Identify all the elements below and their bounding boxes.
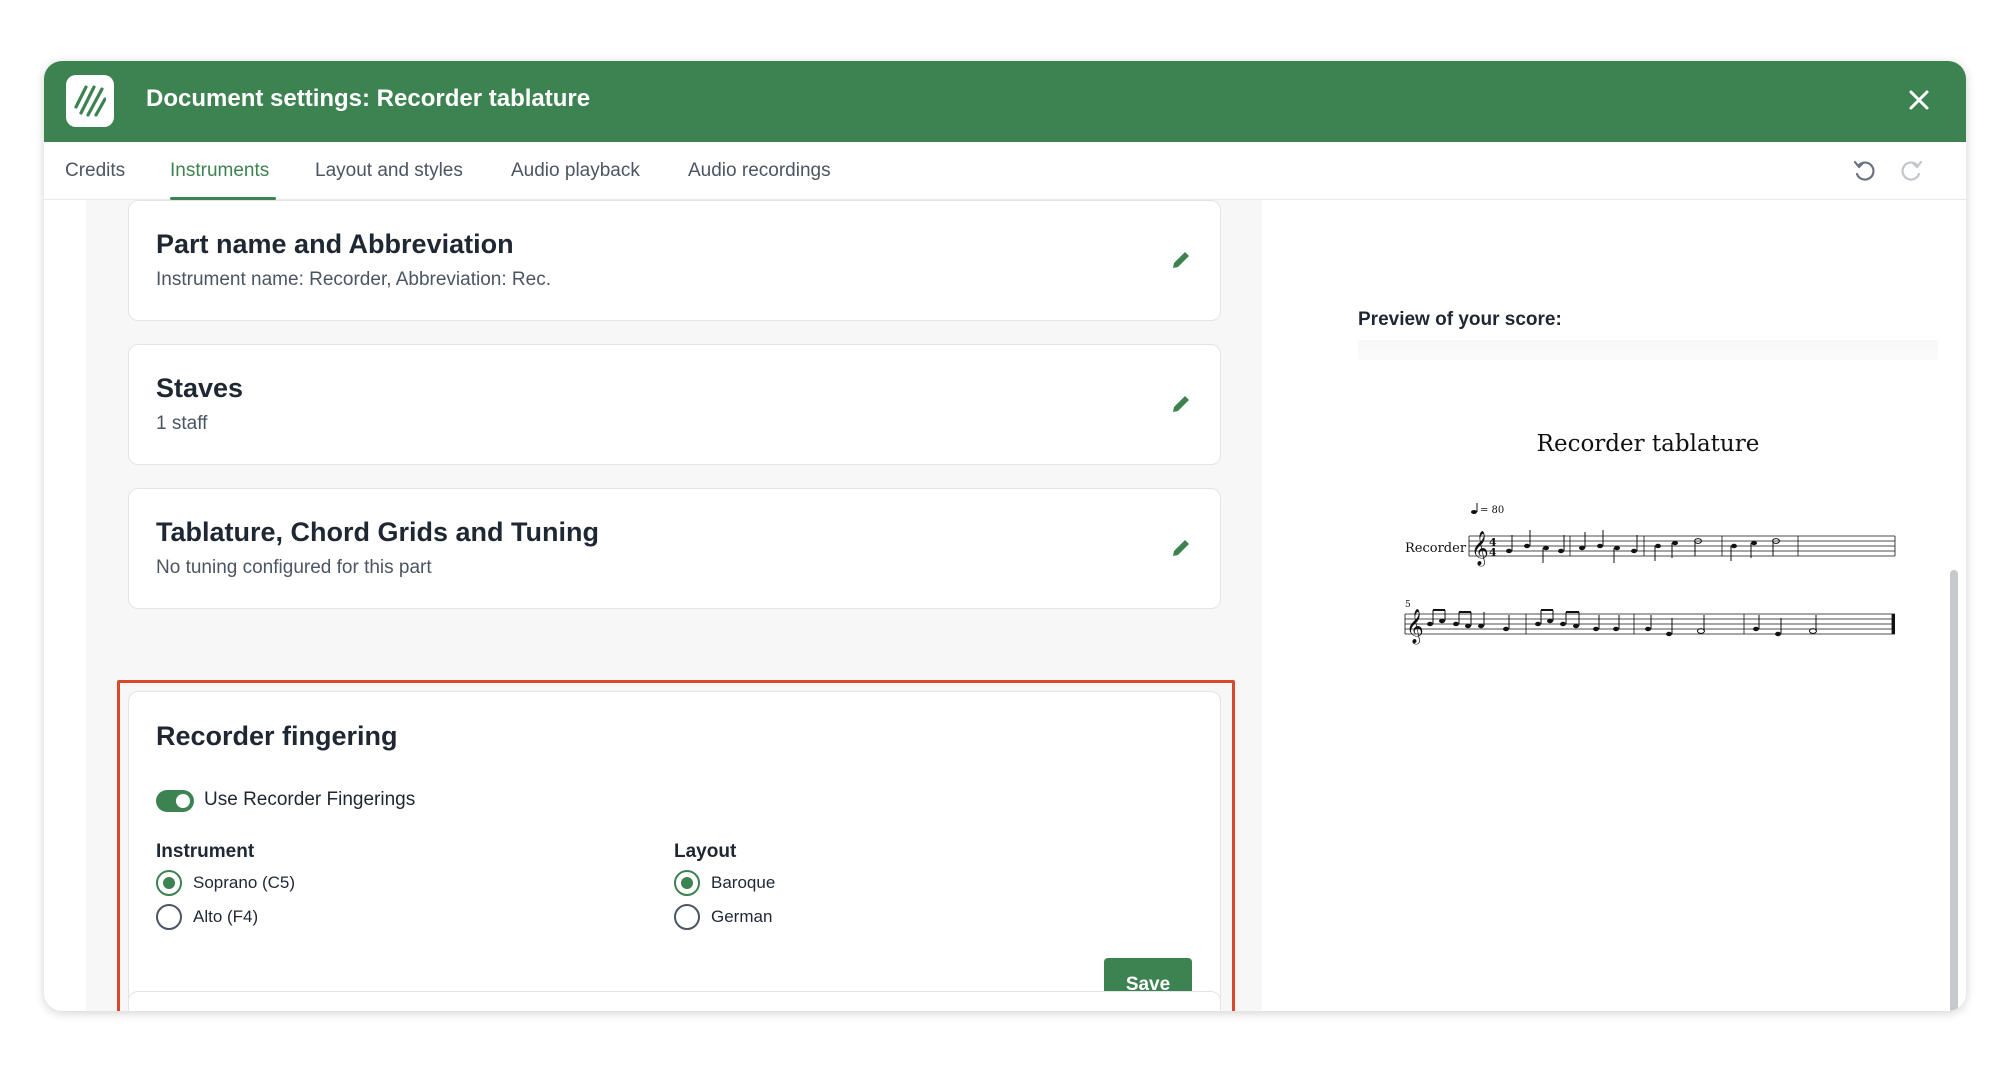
pencil-icon[interactable] bbox=[1170, 249, 1192, 271]
tab-layout-and-styles[interactable]: Layout and styles bbox=[315, 160, 463, 182]
svg-text:4: 4 bbox=[1489, 546, 1497, 559]
svg-text:𝄞: 𝄞 bbox=[1471, 531, 1489, 567]
pencil-icon[interactable] bbox=[1170, 393, 1192, 415]
score-notation: = 80 Recorder 𝄞 4 4 5 𝄞 bbox=[1404, 503, 1896, 645]
redo-icon[interactable] bbox=[1896, 156, 1926, 186]
card-title: Tablature, Chord Grids and Tuning bbox=[156, 517, 599, 547]
tab-audio-playback[interactable]: Audio playback bbox=[511, 160, 640, 182]
card-title: Staves bbox=[156, 373, 244, 403]
tab-audio-recordings[interactable]: Audio recordings bbox=[688, 160, 831, 182]
staff-instrument-label: Recorder bbox=[1405, 541, 1467, 556]
tab-credits[interactable]: Credits bbox=[65, 160, 125, 182]
close-icon[interactable] bbox=[1902, 83, 1936, 117]
preview-label: Preview of your score: bbox=[1358, 309, 1562, 330]
logo-icon bbox=[66, 75, 114, 127]
score-preview: Recorder tablature = 80 Recorder 𝄞 4 4 5… bbox=[1358, 360, 1938, 1011]
score-preview-pane: Preview of your score: Recorder tablatur… bbox=[1262, 200, 1966, 1011]
preview-scrollbar[interactable] bbox=[1950, 570, 1958, 1011]
card-part-name: Part name and Abbreviation Instrument na… bbox=[128, 200, 1221, 321]
title-bar: Document settings: Recorder tablature bbox=[44, 61, 1966, 142]
undo-icon[interactable] bbox=[1850, 156, 1880, 186]
highlight-box bbox=[117, 680, 1235, 1011]
card-subtitle: 1 staff bbox=[156, 413, 208, 434]
card-tablature: Tablature, Chord Grids and Tuning No tun… bbox=[128, 488, 1221, 609]
svg-text:𝄞: 𝄞 bbox=[1406, 609, 1424, 645]
card-title: Part name and Abbreviation bbox=[156, 229, 514, 259]
tab-bar: Credits Instruments Layout and styles Au… bbox=[44, 142, 1966, 200]
card-subtitle: No tuning configured for this part bbox=[156, 557, 432, 578]
pencil-icon[interactable] bbox=[1170, 537, 1192, 559]
tempo-marking: = 80 bbox=[1480, 505, 1504, 516]
document-settings-dialog: Document settings: Recorder tablature Cr… bbox=[44, 61, 1966, 1011]
dialog-title: Document settings: Recorder tablature bbox=[146, 85, 591, 112]
card-subtitle: Instrument name: Recorder, Abbreviation:… bbox=[156, 269, 551, 290]
card-staves: Staves 1 staff bbox=[128, 344, 1221, 465]
tab-instruments[interactable]: Instruments bbox=[170, 160, 269, 182]
